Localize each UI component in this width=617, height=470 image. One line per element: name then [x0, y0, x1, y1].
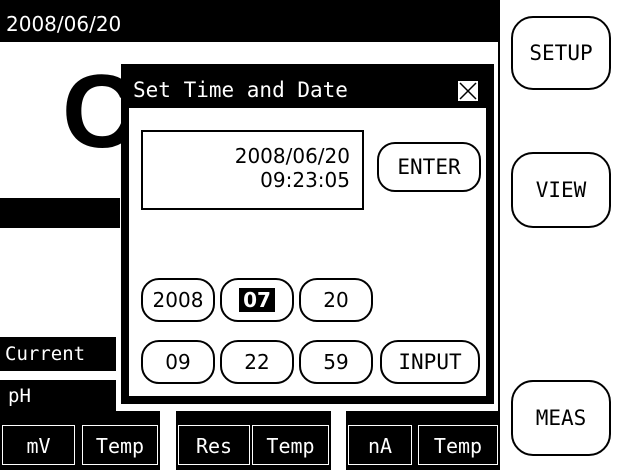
- dialog-title: Set Time and Date: [129, 72, 486, 108]
- year-field[interactable]: 2008: [141, 278, 215, 322]
- screen-divider: [498, 0, 500, 470]
- second-field[interactable]: 59: [299, 340, 373, 384]
- set-time-date-dialog: Set Time and Date 2008/06/20 09:23:05 EN…: [121, 64, 494, 404]
- dialog-body: Set Time and Date 2008/06/20 09:23:05 EN…: [127, 70, 488, 398]
- na-cell: nA: [348, 425, 412, 465]
- res-cell: Res: [178, 425, 250, 465]
- month-value: 07: [239, 288, 275, 312]
- day-field[interactable]: 20: [299, 278, 373, 322]
- reading-bar: [0, 198, 120, 228]
- dialog-title-text: Set Time and Date: [133, 78, 348, 102]
- display-time: 09:23:05: [260, 168, 350, 192]
- meas-button[interactable]: MEAS: [511, 380, 611, 456]
- date-readout: 2008/06/20: [6, 12, 122, 36]
- minute-field[interactable]: 22: [220, 340, 294, 384]
- close-button[interactable]: [457, 80, 479, 102]
- temp-cell-3: Temp: [418, 425, 498, 465]
- setup-button[interactable]: SETUP: [511, 16, 611, 90]
- close-icon: [459, 82, 477, 100]
- ph-label: pH: [8, 385, 31, 407]
- mv-cell: mV: [2, 425, 75, 465]
- datetime-display: 2008/06/20 09:23:05: [141, 130, 364, 210]
- temp-cell-1: Temp: [82, 425, 158, 465]
- status-bar: 2008/06/20: [0, 0, 500, 42]
- view-button[interactable]: VIEW: [511, 152, 611, 228]
- temp-cell-2: Temp: [252, 425, 329, 465]
- month-field[interactable]: 07: [220, 278, 294, 322]
- display-date: 2008/06/20: [234, 144, 350, 168]
- input-button[interactable]: INPUT: [380, 340, 480, 384]
- current-label: Current: [0, 337, 116, 371]
- enter-button[interactable]: ENTER: [377, 142, 481, 192]
- hour-field[interactable]: 09: [141, 340, 215, 384]
